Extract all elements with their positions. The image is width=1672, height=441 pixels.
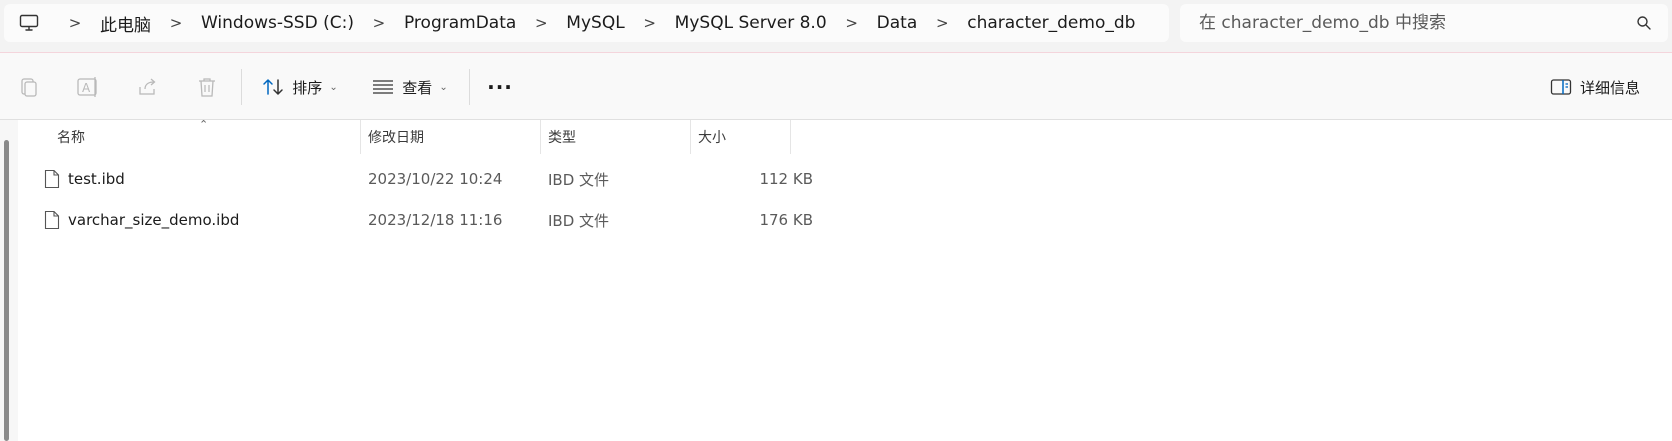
breadcrumb-item-mysql[interactable]: MySQL: [562, 13, 628, 33]
breadcrumb-item-mysql-server[interactable]: MySQL Server 8.0: [671, 13, 831, 33]
breadcrumb-separator[interactable]: >: [358, 14, 400, 32]
computer-icon[interactable]: [4, 4, 54, 42]
file-name: varchar_size_demo.ibd: [68, 211, 240, 229]
breadcrumb-separator[interactable]: >: [831, 14, 873, 32]
details-button[interactable]: 详细信息: [1545, 69, 1645, 105]
file-list: 名称 ⌃ 修改日期 类型 大小 test.ibd 2023/10/22 10:2…: [0, 118, 1672, 441]
breadcrumb-item-current-folder[interactable]: character_demo_db: [963, 13, 1139, 33]
column-divider[interactable]: [790, 120, 791, 154]
rename-icon: A: [77, 77, 97, 97]
search-input[interactable]: [1197, 12, 1627, 34]
share-button[interactable]: [134, 69, 162, 105]
more-icon: ···: [487, 75, 513, 99]
file-type: IBD 文件: [548, 170, 610, 189]
file-date: 2023/12/18 11:16: [368, 211, 503, 229]
file-size: 176 KB: [759, 211, 813, 229]
file-row[interactable]: test.ibd 2023/10/22 10:24 IBD 文件 112 KB: [30, 159, 813, 199]
column-divider[interactable]: [690, 120, 691, 154]
file-name: test.ibd: [68, 170, 125, 188]
file-icon: [44, 169, 60, 189]
delete-button[interactable]: [194, 69, 220, 105]
sort-ascending-icon: ⌃: [199, 118, 209, 131]
breadcrumb-item-programdata[interactable]: ProgramData: [400, 13, 520, 33]
left-scrollbar[interactable]: [0, 120, 18, 441]
column-header-type[interactable]: 类型: [548, 120, 688, 154]
chevron-down-icon: ⌄: [439, 81, 448, 93]
svg-text:A: A: [82, 81, 91, 95]
details-label: 详细信息: [1579, 78, 1640, 97]
sort-label: 排序: [292, 78, 323, 97]
search-icon[interactable]: [1636, 15, 1652, 31]
share-icon: [139, 78, 156, 95]
address-row: > 此电脑 > Windows-SSD (C:) > ProgramData >…: [0, 0, 1672, 52]
details-pane-icon: [1550, 79, 1572, 95]
file-name-cell: varchar_size_demo.ibd: [44, 200, 239, 240]
column-header-size[interactable]: 大小: [698, 120, 788, 154]
view-button[interactable]: 查看 ⌄: [368, 69, 452, 105]
trash-icon: [199, 78, 215, 97]
toolbar-separator: [469, 69, 470, 105]
breadcrumb[interactable]: > 此电脑 > Windows-SSD (C:) > ProgramData >…: [4, 4, 1169, 42]
more-options-button[interactable]: ···: [484, 69, 516, 105]
copy-icon: [21, 78, 37, 97]
breadcrumb-separator[interactable]: >: [155, 14, 197, 32]
breadcrumb-item-data[interactable]: Data: [873, 13, 922, 33]
column-header-size-label: 大小: [698, 130, 726, 146]
column-header-date-label: 修改日期: [368, 130, 424, 146]
rename-button[interactable]: A: [74, 69, 102, 105]
breadcrumb-item-this-pc[interactable]: 此电脑: [96, 11, 155, 36]
column-header-date[interactable]: 修改日期: [368, 120, 538, 154]
column-header-type-label: 类型: [548, 130, 576, 146]
column-header-name-label: 名称: [57, 130, 85, 146]
file-name-cell: test.ibd: [44, 159, 125, 199]
list-view-icon: [373, 80, 394, 94]
sort-button[interactable]: 排序 ⌄: [258, 69, 342, 105]
column-divider[interactable]: [540, 120, 541, 154]
chevron-down-icon: ⌄: [329, 81, 338, 93]
file-type: IBD 文件: [548, 211, 610, 230]
breadcrumb-separator[interactable]: >: [54, 14, 96, 32]
scrollbar-thumb[interactable]: [4, 140, 9, 441]
command-bar: A 排序 ⌄ 查看 ⌄ ··· 详细信息: [0, 53, 1672, 120]
breadcrumb-separator[interactable]: >: [629, 14, 671, 32]
search-box: [1180, 4, 1668, 42]
file-icon: [44, 210, 60, 230]
file-date: 2023/10/22 10:24: [368, 170, 503, 188]
toolbar-separator: [241, 69, 242, 105]
view-label: 查看: [402, 78, 433, 97]
file-row[interactable]: varchar_size_demo.ibd 2023/12/18 11:16 I…: [30, 200, 813, 240]
breadcrumb-separator[interactable]: >: [520, 14, 562, 32]
column-divider[interactable]: [360, 120, 361, 154]
breadcrumb-item-drive-c[interactable]: Windows-SSD (C:): [197, 13, 358, 33]
sort-icon: [263, 79, 284, 95]
breadcrumb-separator[interactable]: >: [921, 14, 963, 32]
file-size: 112 KB: [759, 170, 813, 188]
copy-button[interactable]: [16, 69, 42, 105]
